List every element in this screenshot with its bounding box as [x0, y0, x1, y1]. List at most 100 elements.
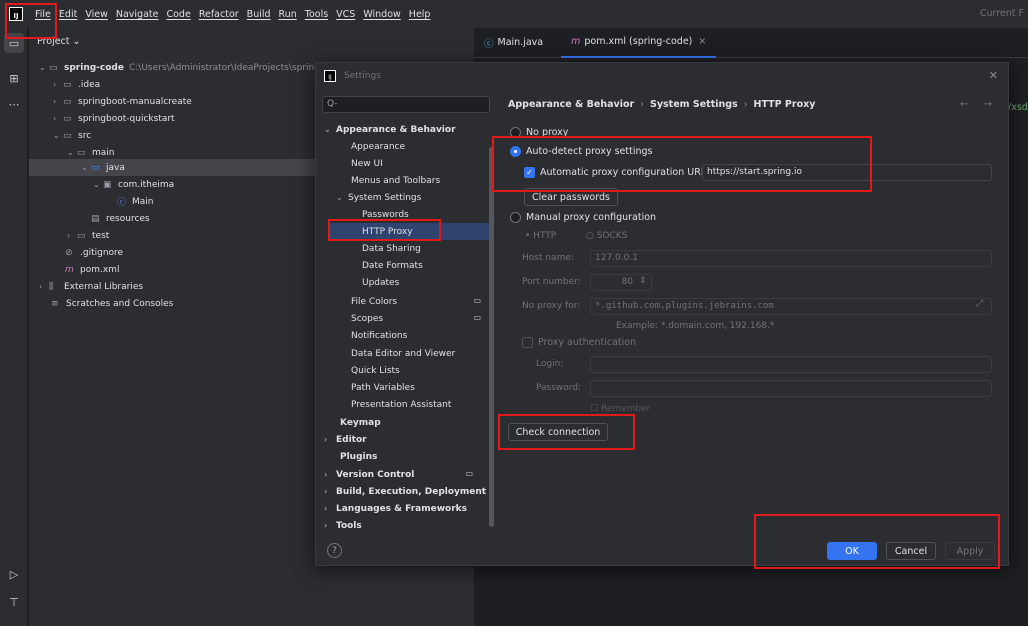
chevron-down-icon[interactable]: ⌄: [324, 125, 336, 134]
menu-view[interactable]: View: [85, 9, 108, 20]
more-tools-icon[interactable]: ⋯: [4, 94, 24, 114]
tree-label: src: [78, 130, 92, 141]
annotation-file-menu: [5, 3, 57, 39]
nav-languages-frameworks[interactable]: › Languages & Frameworks: [324, 500, 489, 517]
nav-editor[interactable]: › Editor: [324, 431, 489, 448]
tree-label: .gitignore: [80, 247, 124, 258]
radio-icon: [510, 212, 521, 223]
tree-label: test: [92, 230, 110, 241]
menu-tools[interactable]: Tools: [305, 9, 328, 20]
tree-label: .idea: [78, 79, 101, 90]
no-proxy-for-input[interactable]: *.github.com,plugins.jebrains.com: [590, 298, 992, 315]
http-radio[interactable]: • HTTP: [525, 231, 556, 241]
chevron-right-icon[interactable]: ›: [39, 282, 49, 291]
run-config-label[interactable]: Current F: [980, 8, 1024, 19]
structure-tool-icon[interactable]: ⊞: [4, 68, 24, 88]
chevron-down-icon[interactable]: ⌄: [67, 148, 77, 157]
tree-label: com.itheima: [118, 179, 175, 190]
chevron-down-icon[interactable]: ⌄: [93, 180, 103, 189]
nav-keymap[interactable]: Keymap: [336, 414, 501, 431]
menu-build[interactable]: Build: [247, 9, 271, 20]
host-name-input[interactable]: 127.0.0.1: [590, 250, 992, 267]
breadcrumb-item[interactable]: System Settings: [650, 99, 738, 110]
host-name-label: Host name:: [522, 253, 574, 263]
chevron-right-icon[interactable]: ›: [324, 487, 336, 496]
chevron-right-icon[interactable]: ›: [324, 435, 336, 444]
spinner-arrows-icon[interactable]: ⇕: [639, 276, 647, 286]
folder-icon: ▭: [63, 96, 72, 107]
editor-tabs: ⓒ Main.java m pom.xml (spring-code) ×: [474, 28, 1028, 58]
nav-label: Updates: [362, 277, 400, 288]
nav-tools[interactable]: › Tools: [324, 517, 489, 534]
run-tool-icon[interactable]: ▷: [4, 564, 24, 584]
menu-vcs[interactable]: VCS: [336, 9, 355, 20]
nav-label: File Colors: [351, 296, 398, 307]
nav-label: Data Sharing: [362, 243, 421, 254]
chevron-right-icon[interactable]: ›: [53, 80, 63, 89]
terminal-tool-icon[interactable]: ⊤: [4, 592, 24, 612]
password-input[interactable]: [590, 380, 992, 397]
chevron-right-icon[interactable]: ›: [53, 114, 63, 123]
manual-proxy-radio[interactable]: Manual proxy configuration: [510, 212, 656, 223]
breadcrumb: Appearance & Behavior › System Settings › HT…: [508, 99, 815, 110]
dialog-titlebar: IJ Settings ✕: [316, 63, 1008, 89]
back-forward-arrows[interactable]: ← →: [960, 99, 998, 110]
menu-code[interactable]: Code: [166, 9, 190, 20]
nav-appearance-behavior[interactable]: ⌄ Appearance & Behavior: [324, 121, 489, 138]
chevron-right-icon[interactable]: ›: [324, 504, 336, 513]
breadcrumb-item[interactable]: Appearance & Behavior: [508, 99, 634, 110]
radio-label: SOCKS: [596, 231, 628, 241]
chevron-right-icon[interactable]: ›: [324, 470, 336, 479]
chevron-down-icon[interactable]: ⌄: [39, 63, 49, 72]
chevron-right-icon[interactable]: ›: [67, 231, 77, 240]
nav-label: Version Control: [336, 469, 415, 480]
menu-run[interactable]: Run: [279, 9, 297, 20]
tree-label: main: [92, 147, 115, 158]
nav-label: System Settings: [348, 192, 422, 203]
tree-label: Main: [132, 196, 154, 207]
nav-build-execution-deployment[interactable]: › Build, Execution, Deployment: [324, 483, 489, 500]
class-icon: ⓒ: [117, 198, 127, 208]
nav-label: New UI: [351, 158, 383, 169]
socks-radio[interactable]: ○ SOCKS: [586, 231, 627, 241]
menu-help[interactable]: Help: [409, 9, 431, 20]
login-input[interactable]: [590, 356, 992, 373]
breadcrumb-separator: ›: [743, 99, 748, 110]
menu-edit[interactable]: Edit: [59, 9, 77, 20]
close-icon[interactable]: ×: [698, 36, 706, 47]
nav-scopes[interactable]: Scopes ▭: [351, 310, 489, 327]
editor-code-fragment: /xsd: [1008, 102, 1028, 113]
tree-path: C:\Users\Administrator\IdeaProjects\spri…: [128, 62, 320, 73]
help-icon[interactable]: ?: [327, 543, 342, 558]
chevron-down-icon[interactable]: ⌄: [336, 193, 348, 202]
nav-label: Appearance: [351, 141, 406, 152]
tree-label: springboot-manualcreate: [78, 96, 192, 107]
tab-pom-xml[interactable]: m pom.xml (spring-code) ×: [561, 28, 717, 58]
nav-label: Tools: [336, 520, 362, 531]
menu-refactor[interactable]: Refactor: [199, 9, 239, 20]
nav-plugins[interactable]: Plugins: [336, 448, 501, 465]
nav-system-settings[interactable]: ⌄ System Settings: [336, 189, 501, 206]
resources-folder-icon: ▤: [91, 213, 100, 224]
menu-window[interactable]: Window: [363, 9, 400, 20]
settings-search-input[interactable]: Q-: [322, 96, 490, 113]
no-proxy-example: Example: *.domain.com, 192.168.*: [616, 321, 775, 331]
chevron-down-icon[interactable]: ⌄: [81, 163, 91, 172]
chevron-right-icon[interactable]: ›: [53, 97, 63, 106]
proxy-auth-checkbox[interactable]: Proxy authentication: [522, 337, 636, 348]
expand-icon[interactable]: ⤢: [976, 299, 983, 309]
chevron-down-icon[interactable]: ⌄: [53, 131, 63, 140]
remember-checkbox[interactable]: ☐ Remember: [590, 404, 650, 414]
tab-main-java[interactable]: ⓒ Main.java: [474, 28, 553, 58]
chevron-right-icon[interactable]: ›: [324, 521, 336, 530]
close-icon[interactable]: ✕: [989, 69, 998, 82]
menu-navigate[interactable]: Navigate: [116, 9, 159, 20]
password-label: Password:: [536, 383, 582, 393]
nav-label: Notifications: [351, 330, 408, 341]
nav-file-colors[interactable]: File Colors ▭: [351, 293, 489, 310]
folder-icon: ▭: [63, 130, 72, 141]
sidebar-scrollbar[interactable]: [489, 147, 494, 527]
nav-label: Appearance & Behavior: [336, 124, 456, 135]
nav-version-control[interactable]: › Version Control ▭: [324, 466, 481, 483]
nav-label: Presentation Assistant: [351, 399, 452, 410]
